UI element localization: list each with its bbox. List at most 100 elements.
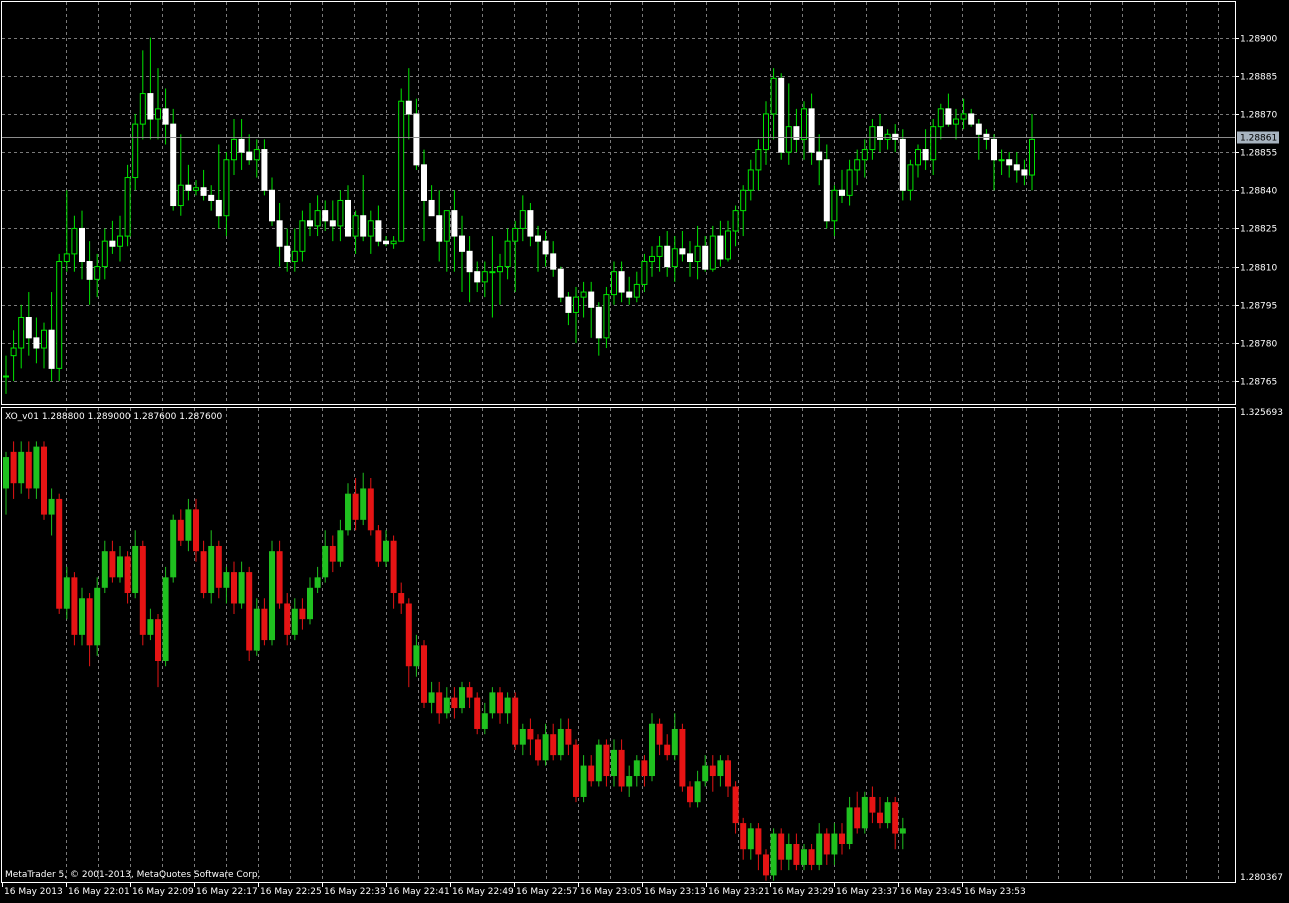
time-axis-label: 16 May 22:33 bbox=[324, 887, 386, 897]
candle-body bbox=[208, 194, 215, 201]
candle-body bbox=[124, 177, 131, 237]
candle-body bbox=[899, 138, 906, 191]
xo-brick-body bbox=[656, 723, 663, 745]
candle-body bbox=[504, 240, 511, 268]
xo-brick-body bbox=[793, 844, 800, 865]
candle-body bbox=[481, 271, 488, 283]
time-axis-label: 16 May 22:41 bbox=[388, 887, 450, 897]
xo-brick-body bbox=[740, 823, 747, 850]
candle-body bbox=[421, 164, 427, 201]
candle bbox=[778, 73, 785, 160]
xo-brick-body bbox=[291, 608, 298, 635]
xo-brick-body bbox=[139, 545, 146, 635]
indicator-scale-bottom: 1.280367 bbox=[1240, 873, 1283, 883]
price-axis-label: 1.28855 bbox=[1240, 149, 1277, 159]
xo-brick-body bbox=[588, 765, 595, 782]
xo-brick-body bbox=[755, 828, 762, 855]
xo-brick-body bbox=[170, 519, 177, 578]
xo-brick-body bbox=[679, 728, 686, 787]
candle-body bbox=[41, 329, 47, 349]
candle-body bbox=[968, 113, 975, 125]
candle-body bbox=[48, 329, 55, 369]
candle-body bbox=[846, 169, 853, 196]
xo-brick-body bbox=[709, 765, 716, 777]
xo-brick-body bbox=[702, 765, 709, 782]
xo-brick-body bbox=[770, 833, 777, 876]
xo-brick-body bbox=[808, 849, 815, 865]
candle-body bbox=[489, 271, 496, 274]
time-axis-label: 16 May 23:45 bbox=[900, 887, 962, 897]
candle-body bbox=[656, 245, 663, 257]
price-axis-label: 1.28765 bbox=[1240, 378, 1277, 388]
xo-brick-body bbox=[884, 802, 891, 824]
xo-brick-body bbox=[367, 488, 374, 531]
candle-body bbox=[694, 245, 701, 263]
time-axis-label: 16 May 22:09 bbox=[132, 887, 194, 897]
candle-body bbox=[231, 138, 237, 161]
xo-brick-body bbox=[276, 551, 283, 604]
xo-brick-body bbox=[816, 833, 823, 865]
xo-brick-body bbox=[573, 744, 579, 797]
time-axis-label: 16 May 23:21 bbox=[708, 887, 770, 897]
trading-terminal[interactable]: 1.28900 1.28885 1.28870 1.28855 1.28840 1.288… bbox=[0, 0, 1289, 903]
xo-brick-body bbox=[497, 692, 503, 714]
candle-body bbox=[443, 210, 450, 242]
candle-body bbox=[299, 220, 306, 252]
candle-body bbox=[101, 240, 108, 268]
xo-brick bbox=[573, 739, 579, 803]
xo-brick-body bbox=[861, 796, 868, 829]
candle-body bbox=[839, 189, 845, 196]
time-axis-label: 16 May 23:29 bbox=[772, 887, 834, 897]
xo-brick-body bbox=[725, 760, 731, 787]
xo-brick-body bbox=[200, 551, 207, 594]
xo-brick-body bbox=[246, 572, 253, 651]
xo-brick-body bbox=[481, 713, 488, 729]
xo-brick-body bbox=[785, 844, 792, 860]
candle-body bbox=[519, 210, 526, 229]
candle-body bbox=[953, 118, 959, 125]
candle-body bbox=[71, 227, 78, 255]
candle-body bbox=[535, 235, 541, 242]
candle-body bbox=[177, 184, 184, 207]
candle-body bbox=[223, 159, 230, 217]
xo-brick-body bbox=[215, 545, 222, 588]
xo-brick-body bbox=[322, 545, 329, 578]
xo-brick-body bbox=[223, 572, 230, 588]
xo-brick-body bbox=[869, 796, 876, 813]
candle-body bbox=[618, 271, 625, 293]
candle bbox=[899, 129, 906, 201]
xo-brick bbox=[770, 828, 777, 881]
candle-body bbox=[861, 149, 868, 161]
xo-brick-body bbox=[79, 598, 85, 635]
candle-body bbox=[755, 149, 762, 171]
xo-brick-body bbox=[580, 765, 587, 797]
candle-body bbox=[763, 113, 769, 151]
candle-body bbox=[626, 291, 633, 298]
candle-body bbox=[930, 126, 937, 161]
candle-body bbox=[588, 291, 595, 308]
price-axis-label: 1.28900 bbox=[1240, 35, 1277, 45]
xo-brick-body bbox=[329, 545, 336, 562]
time-axis-label: 16 May 23:37 bbox=[836, 887, 898, 897]
price-axis-label: 1.28870 bbox=[1240, 111, 1277, 121]
xo-brick-body bbox=[717, 760, 724, 777]
candle-body bbox=[801, 108, 807, 140]
candle-body bbox=[740, 189, 747, 212]
xo-brick-body bbox=[101, 551, 108, 588]
xo-brick-body bbox=[443, 697, 450, 714]
xo-brick bbox=[269, 540, 275, 646]
candle-body bbox=[200, 187, 207, 196]
candle-body bbox=[687, 253, 693, 263]
indicator-label: XO_v01 1.288800 1.289000 1.287600 1.2876… bbox=[5, 412, 222, 422]
xo-brick-body bbox=[162, 577, 169, 662]
xo-brick-body bbox=[337, 530, 344, 562]
xo-brick-body bbox=[823, 833, 830, 855]
candle-body bbox=[63, 253, 70, 263]
candle-body bbox=[816, 151, 823, 161]
candle-body bbox=[1013, 164, 1020, 171]
xo-brick-body bbox=[208, 545, 215, 594]
xo-brick-body bbox=[892, 802, 899, 834]
candle-body bbox=[945, 108, 952, 125]
candle-body bbox=[139, 93, 146, 125]
candle-body bbox=[86, 261, 93, 280]
